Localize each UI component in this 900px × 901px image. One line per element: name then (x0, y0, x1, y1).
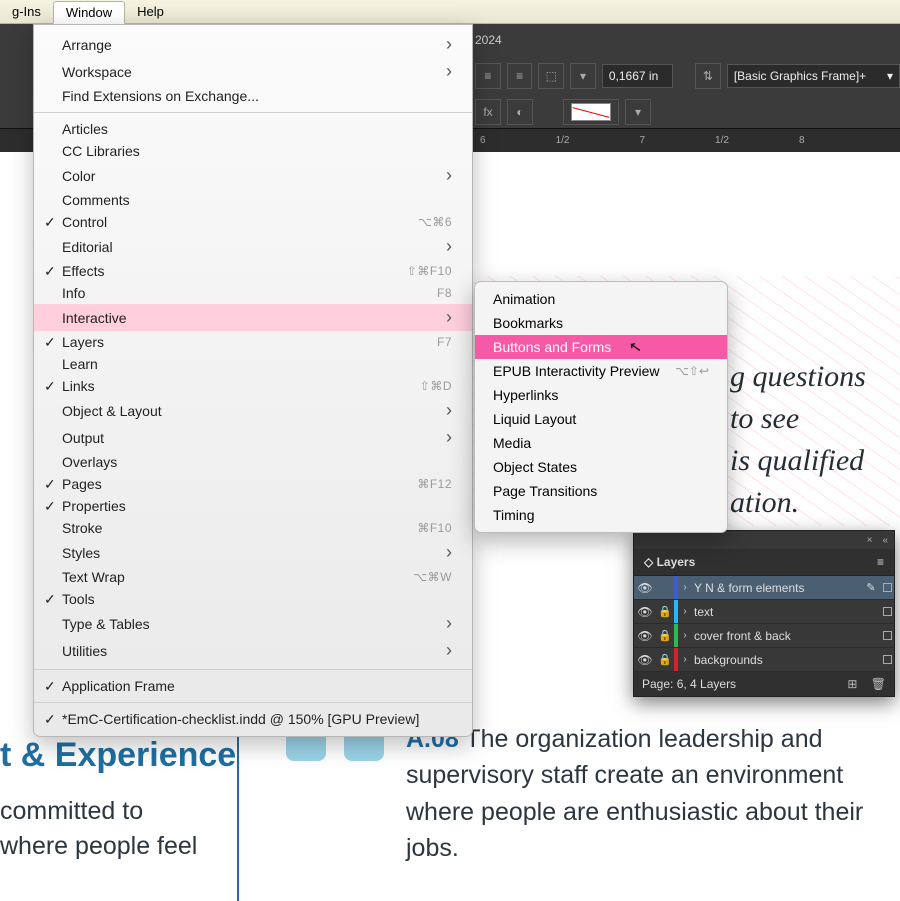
lock-icon[interactable]: 🔒 (656, 605, 674, 618)
value-field[interactable]: 0,1667 in (602, 64, 673, 88)
submenu-item[interactable]: Page Transitions (475, 479, 727, 503)
menu-item[interactable]: Styles (34, 539, 472, 566)
interactive-submenu: AnimationBookmarksButtons and FormsEPUB … (474, 281, 728, 533)
checklist-item: A.08 The organization leadership and sup… (286, 721, 900, 866)
document-tab[interactable]: 2024 (475, 33, 502, 47)
menu-item[interactable]: Pages⌘F12 (34, 473, 472, 495)
submenu-item[interactable]: Hyperlinks (475, 383, 727, 407)
menu-item[interactable]: Control⌥⌘6 (34, 211, 472, 233)
menu-item[interactable]: Utilities (34, 637, 472, 664)
layer-row[interactable]: 👁🔒 ›cover front & back (634, 624, 894, 648)
layer-row[interactable]: 👁 ›Y N & form elements✎ (634, 576, 894, 600)
swap-icon[interactable]: ⇅ (695, 63, 721, 89)
collapse-icon[interactable]: « (882, 535, 888, 546)
visibility-icon[interactable]: 👁 (634, 581, 656, 595)
align-icon[interactable]: ≡ (475, 63, 501, 89)
menu-item[interactable]: Comments (34, 189, 472, 211)
menu-item[interactable]: *EmC-Certification-checklist.indd @ 150%… (34, 708, 472, 730)
menu-item[interactable]: LayersF7 (34, 331, 472, 353)
fill-swatch[interactable] (563, 99, 619, 125)
selection-proxy[interactable] (880, 631, 894, 640)
frame-fit-icon[interactable]: ⬚ (538, 63, 564, 89)
disclosure-icon[interactable]: › (678, 606, 692, 617)
visibility-icon[interactable]: 👁 (634, 653, 656, 667)
menu-plugins[interactable]: g-Ins (0, 1, 53, 22)
layer-name[interactable]: text (692, 605, 862, 619)
menu-item[interactable]: Links⇧⌘D (34, 375, 472, 397)
lock-icon[interactable]: 🔒 (656, 629, 674, 642)
menu-item[interactable]: Color (34, 162, 472, 189)
delete-layer-icon[interactable]: 🗑 (871, 677, 886, 691)
menu-item[interactable]: Output (34, 424, 472, 451)
chevron-down-icon[interactable]: ▾ (625, 99, 651, 125)
chevron-down-icon: ▾ (887, 69, 893, 83)
submenu-item[interactable]: Liquid Layout (475, 407, 727, 431)
fx-icon[interactable]: fx (475, 99, 501, 125)
menu-item[interactable]: Stroke⌘F10 (34, 517, 472, 539)
item-description: The organization leadership and supervis… (406, 725, 863, 862)
disclosure-icon[interactable]: › (678, 630, 692, 641)
layers-status: Page: 6, 4 Layers (642, 677, 736, 691)
layer-name[interactable]: cover front & back (692, 629, 862, 643)
visibility-icon[interactable]: 👁 (634, 629, 656, 643)
section-body: committed to where people feel (0, 794, 197, 864)
menu-help[interactable]: Help (125, 1, 176, 22)
window-menu-dropdown: ArrangeWorkspaceFind Extensions on Excha… (33, 24, 473, 737)
menu-item[interactable]: Tools (34, 588, 472, 610)
submenu-item[interactable]: Object States (475, 455, 727, 479)
menu-item[interactable]: Text Wrap⌥⌘W (34, 566, 472, 588)
layers-panel[interactable]: × « ◇ Layers ≡ 👁›Y N & form elements✎👁🔒›… (633, 530, 895, 697)
menu-item[interactable]: Find Extensions on Exchange... (34, 85, 472, 107)
close-icon[interactable]: × (867, 535, 873, 546)
visibility-icon[interactable]: 👁 (634, 605, 656, 619)
selection-proxy[interactable] (880, 607, 894, 616)
lock-icon[interactable]: 🔒 (656, 653, 674, 666)
quote-text: g questions to see is qualified ation. (730, 356, 900, 524)
menu-window[interactable]: Window (53, 1, 125, 24)
section-heading: t & Experience (0, 736, 236, 775)
new-layer-icon[interactable]: ⊞ (847, 677, 857, 691)
disclosure-icon[interactable]: › (678, 582, 692, 593)
stepper-icon[interactable]: ▾ (570, 63, 596, 89)
align-icon[interactable]: ≡ (507, 63, 533, 89)
selection-proxy[interactable] (880, 583, 894, 592)
submenu-item[interactable]: Buttons and Forms (475, 335, 727, 359)
menu-item[interactable]: InfoF8 (34, 282, 472, 304)
disclosure-icon[interactable]: › (678, 654, 692, 665)
layers-tab[interactable]: ◇ Layers (644, 555, 695, 569)
layer-row[interactable]: 👁🔒 ›backgrounds (634, 648, 894, 672)
submenu-item[interactable]: Media (475, 431, 727, 455)
submenu-item[interactable]: Animation (475, 287, 727, 311)
menu-item[interactable]: CC Libraries (34, 140, 472, 162)
menu-item[interactable]: Object & Layout (34, 397, 472, 424)
submenu-item[interactable]: Bookmarks (475, 311, 727, 335)
menu-item[interactable]: Effects⇧⌘F10 (34, 260, 472, 282)
menu-item[interactable]: Overlays (34, 451, 472, 473)
menu-item[interactable]: Workspace (34, 58, 472, 85)
submenu-item[interactable]: Timing (475, 503, 727, 527)
opacity-icon[interactable]: ◐ (507, 99, 533, 125)
object-style-dropdown[interactable]: [Basic Graphics Frame]+▾ (727, 64, 900, 88)
vertical-divider (237, 721, 239, 901)
layer-name[interactable]: backgrounds (692, 653, 862, 667)
layer-row[interactable]: 👁🔒 ›text (634, 600, 894, 624)
selection-proxy[interactable] (880, 655, 894, 664)
menu-item[interactable]: Articles (34, 118, 472, 140)
submenu-item[interactable]: EPUB Interactivity Preview⌥⇧↩ (475, 359, 727, 383)
panel-menu-icon[interactable]: ≡ (877, 555, 884, 569)
menu-item[interactable]: Arrange (34, 31, 472, 58)
menu-item[interactable]: Learn (34, 353, 472, 375)
menu-item[interactable]: Editorial (34, 233, 472, 260)
menu-item[interactable]: Interactive (34, 304, 472, 331)
menu-item[interactable]: Application Frame (34, 675, 472, 697)
layer-name[interactable]: Y N & form elements (692, 581, 862, 595)
menubar: g-Ins Window Help (0, 0, 900, 24)
edit-icon[interactable]: ✎ (862, 581, 880, 594)
menu-item[interactable]: Properties (34, 495, 472, 517)
menu-item[interactable]: Type & Tables (34, 610, 472, 637)
